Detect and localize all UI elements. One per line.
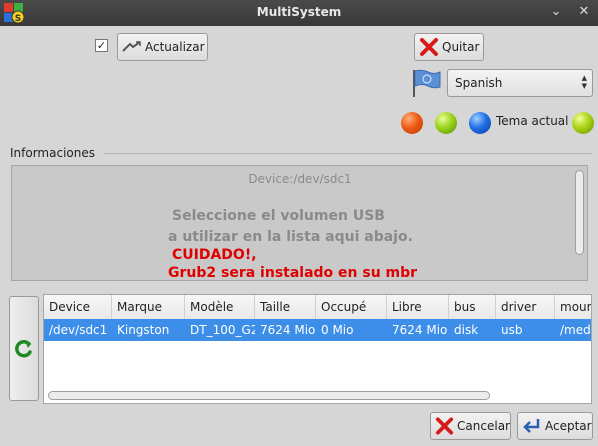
table-cell: 0 Mio — [321, 323, 354, 337]
language-flag-icon — [413, 69, 441, 97]
refresh-devices-button[interactable] — [9, 296, 39, 401]
language-select-value: Spanish — [455, 76, 503, 90]
close-window-button[interactable]: ✕ — [576, 4, 592, 20]
cancel-button[interactable]: Cancelar — [430, 412, 511, 440]
red-x-icon — [420, 38, 438, 56]
info-group-label: Informaciones — [10, 146, 95, 160]
language-select[interactable]: Spanish ▲ ▼ — [447, 69, 593, 97]
cancel-button-label: Cancelar — [457, 419, 510, 433]
table-row[interactable]: /dev/sdc1 Kingston DT_100_G2 7624 Mio 0 … — [44, 319, 591, 341]
table-cell: DT_100_G2 — [190, 323, 255, 337]
update-checkbox[interactable]: ✓ — [95, 39, 108, 52]
accept-button-label: Aceptar — [545, 419, 592, 433]
info-line-2: a utilizar en la lista aqui abajo. — [168, 229, 413, 245]
update-button[interactable]: Actualizar — [117, 33, 208, 61]
update-icon — [122, 41, 141, 52]
info-scrollbar[interactable] — [575, 170, 584, 255]
theme-orange-button[interactable] — [401, 112, 423, 134]
column-header[interactable]: Marque — [112, 295, 185, 319]
column-header[interactable]: bus — [449, 295, 496, 319]
red-x-icon — [435, 417, 454, 435]
table-cell: disk — [454, 323, 479, 337]
column-header[interactable]: Occupé — [316, 295, 387, 319]
update-button-label: Actualizar — [145, 40, 205, 54]
window-title: MultiSystem — [256, 5, 342, 19]
column-header[interactable]: Libre — [387, 295, 449, 319]
column-header[interactable]: driver — [496, 295, 555, 319]
info-line-1: Seleccione el volumen USB — [172, 208, 385, 224]
table-horizontal-scrollbar[interactable] — [48, 391, 490, 400]
table-cell: usb — [501, 323, 523, 337]
table-header: Device Marque Modèle Taille Occupé Libre… — [44, 295, 591, 320]
info-device: Device:/dev/sdc1 — [248, 172, 352, 186]
theme-blue-button[interactable] — [469, 112, 491, 134]
theme-label: Tema actual — [496, 114, 569, 128]
table-cell: 7624 Mio — [260, 323, 316, 337]
quit-button-label: Quitar — [442, 40, 480, 54]
table-cell: /dev/sdc1 — [49, 323, 108, 337]
column-header[interactable]: mour — [555, 295, 591, 319]
group-divider — [104, 153, 592, 154]
enter-arrow-icon — [523, 419, 540, 433]
quit-button[interactable]: Quitar — [414, 33, 484, 61]
theme-green-button[interactable] — [435, 112, 457, 134]
table-cell: /med — [560, 323, 591, 337]
table-cell: 7624 Mio — [392, 323, 448, 337]
info-warning-title: CUIDADO!, — [172, 247, 257, 263]
info-panel: Device:/dev/sdc1 Seleccione el volumen U… — [11, 165, 588, 281]
refresh-icon — [15, 339, 32, 358]
info-warning-text: Grub2 sera instalado en su mbr — [168, 265, 418, 281]
device-table: Device Marque Modèle Taille Occupé Libre… — [43, 294, 592, 404]
current-theme-indicator — [572, 112, 594, 134]
accept-button[interactable]: Aceptar — [517, 412, 593, 440]
column-header[interactable]: Modèle — [185, 295, 255, 319]
select-arrows-icon: ▲ ▼ — [581, 74, 587, 90]
table-cell: Kingston — [117, 323, 170, 337]
minimize-button[interactable]: ⌄ — [548, 4, 564, 20]
column-header[interactable]: Device — [44, 295, 112, 319]
column-header[interactable]: Taille — [255, 295, 316, 319]
title-bar: S MultiSystem ⌄ ✕ — [0, 0, 598, 26]
